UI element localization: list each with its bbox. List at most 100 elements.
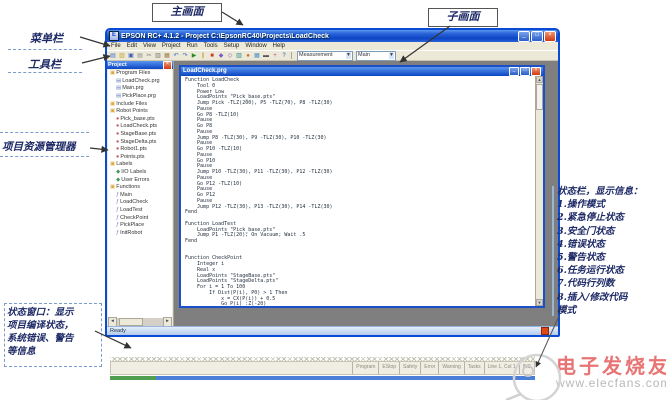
tree-item[interactable]: ƒPickPlace [108,222,172,230]
tree-item[interactable]: ▣Functions [108,184,172,192]
rebuild-icon[interactable]: ◇ [226,52,234,60]
estop-indicator-icon [541,327,549,335]
pts-icon: ● [116,154,119,161]
menu-edit[interactable]: Edit [127,42,137,50]
func-icon: ƒ [116,192,119,199]
status-strip-underline [110,376,535,380]
close-button[interactable]: × [531,67,541,76]
point-editor-icon[interactable]: + [271,52,279,60]
menu-run[interactable]: Run [187,42,198,50]
tree-item[interactable]: ●Points.pts [108,154,172,162]
new-icon[interactable]: ▤ [109,52,117,60]
callout-status-bar: 状态栏，显示信息： 1.操作模式2.紧急停止状态3.安全门状态4.错误状态5.警… [557,185,665,317]
code-area[interactable]: Function LoadCheck Tool 0 Power Low Load… [181,76,536,306]
tree-item[interactable]: ▣Robot Points [108,108,172,116]
tree-item[interactable]: ◆User Errors [108,176,172,184]
task-manager-icon[interactable]: ▦ [253,52,261,60]
divider [8,49,82,50]
code-line: Go P(i) :Z(-20) [185,302,536,306]
measurement-combo[interactable]: Measurement ▼ [297,51,353,61]
tree-item[interactable]: ◆I/O Labels [108,169,172,177]
menu-view[interactable]: View [143,42,156,50]
vertical-scrollbar[interactable]: ▲ ▼ [535,76,543,306]
tree-item[interactable]: ƒInitRobot [108,229,172,237]
tree-item[interactable]: ƒCheckPoint [108,214,172,222]
tree-item-label: Robot1.pts [120,146,147,153]
tree-item[interactable]: ▤PickPlace.prg [108,93,172,101]
folder-icon: ▣ [110,161,115,168]
menu-setup[interactable]: Setup [224,42,240,50]
maximize-button[interactable]: □ [520,67,530,76]
command-window-icon[interactable]: ▬ [262,52,270,60]
pause-icon[interactable]: ∥ [199,52,207,60]
scrollbar-thumb[interactable] [536,84,543,110]
scroll-down-icon[interactable]: ▼ [536,299,543,306]
tree-item[interactable]: ▤Main.prg [108,85,172,93]
undo-icon[interactable]: ↶ [172,52,180,60]
tree-item[interactable]: ƒMain [108,192,172,200]
status-strip-cell: Safety [399,362,420,374]
folder-icon: ▣ [110,184,115,191]
print-icon[interactable]: ▤ [136,52,144,60]
tree-item[interactable]: ƒLoadTest [108,207,172,215]
window-status-bar: Ready [107,326,558,335]
callout-status-bar-line: 4.错误状态 [557,238,665,251]
scrollbar-thumb[interactable] [119,318,143,326]
tree-item-label: I/O Labels [121,169,146,176]
maximize-button[interactable]: □ [531,31,543,42]
horizontal-scrollbar[interactable]: ◄ ► [108,318,172,326]
pts-icon: ● [116,139,119,146]
tree-item-label: Pick_base.pts [120,116,154,123]
stop-icon[interactable]: ■ [208,52,216,60]
paste-icon[interactable]: ▦ [163,52,171,60]
tree-item-label: Program Files [116,70,150,77]
open-icon[interactable]: ▧ [118,52,126,60]
tree-item[interactable]: ●Robot1.pts [108,146,172,154]
tree-item[interactable]: ●StageBase.pts [108,131,172,139]
tree-item[interactable]: ▤LoadCheck.prg [108,78,172,86]
pts-icon: ● [116,116,119,123]
minimize-button[interactable]: _ [518,31,530,42]
tree-item[interactable]: ƒLoadCheck [108,199,172,207]
tree-item[interactable]: ▣Labels [108,161,172,169]
status-strip-cell: EStop [378,362,399,374]
tree-item[interactable]: ●Pick_base.pts [108,116,172,124]
menu-project[interactable]: Project [162,42,181,50]
tree-item[interactable]: ▣Program Files [108,70,172,78]
help-icon[interactable]: ? [280,52,288,60]
close-button[interactable]: × [544,31,556,42]
editor-title-bar[interactable]: LoadCheck.prg _□× [181,67,543,76]
build-icon[interactable]: ◆ [217,52,225,60]
io-monitor-icon[interactable]: ▥ [235,52,243,60]
title-bar[interactable]: E EPSON RC+ 4.1.2 - Project C:\EpsonRC40… [107,30,558,42]
menu-bar: File Edit View Project Run Tools Setup Window He… [107,42,558,50]
robot-manager-icon[interactable]: ● [244,52,252,60]
tree-item[interactable]: ●LoadCheck.pts [108,123,172,131]
function-combo[interactable]: Main ▼ [356,51,396,61]
callout-status-window-line: 等信息 [7,345,99,358]
run-icon[interactable]: ▶ [190,52,198,60]
scroll-up-icon[interactable]: ▲ [536,76,543,83]
close-icon[interactable]: × [163,61,172,70]
code-editor-window: LoadCheck.prg _□× Function LoadCheck Too… [179,65,545,308]
redo-icon[interactable]: ↷ [181,52,189,60]
save-icon[interactable]: ▣ [127,52,135,60]
tree-item-label: Include Files [116,101,147,108]
project-tree: ▣Program Files▤LoadCheck.prg▤Main.prg▤Pi… [108,70,172,318]
copy-icon[interactable]: ▥ [154,52,162,60]
explorer-header[interactable]: Project × [107,61,173,69]
tree-item[interactable]: ▣Include Files [108,100,172,108]
menu-help[interactable]: Help [273,42,285,50]
callout-status-bar-line: 8.插入/修改代码 [557,291,665,304]
menu-window[interactable]: Window [245,42,266,50]
menu-tools[interactable]: Tools [204,42,218,50]
cut-icon[interactable]: ✂ [145,52,153,60]
status-strip-cell: Program [352,362,378,374]
divider [8,72,82,73]
minimize-button[interactable]: _ [509,67,519,76]
mdi-area: LoadCheck.prg _□× Function LoadCheck Too… [174,61,558,327]
func-icon: ƒ [116,207,119,214]
callout-status-bar-list: 1.操作模式2.紧急停止状态3.安全门状态4.错误状态5.警告状态6.任务运行状… [557,198,665,317]
menu-file[interactable]: File [111,42,121,50]
tree-item[interactable]: ●StageDelta.pts [108,138,172,146]
